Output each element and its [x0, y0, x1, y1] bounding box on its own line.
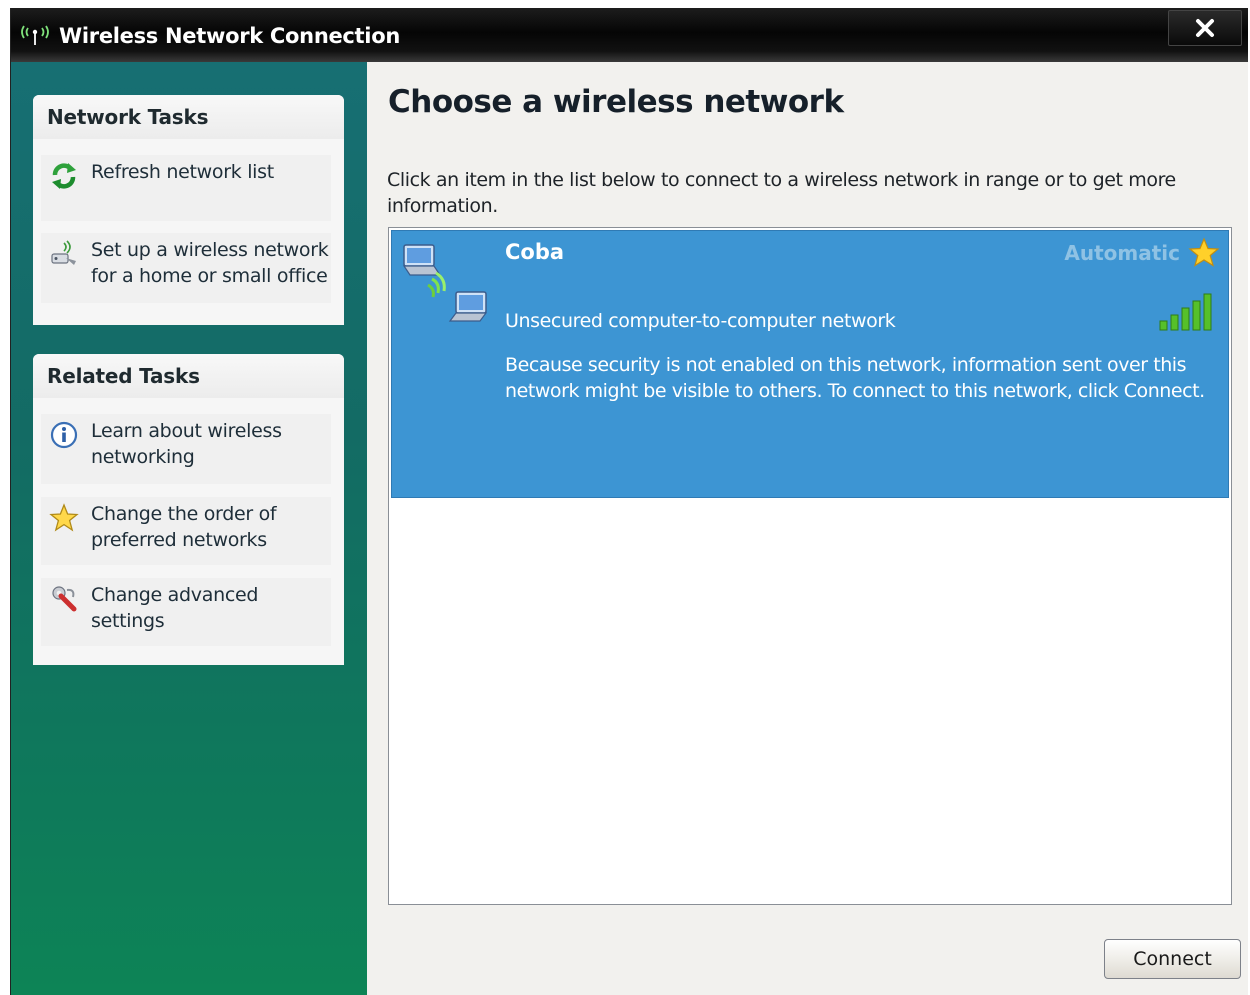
setup-wireless-network-label: Set up a wireless network for a home or … — [91, 239, 329, 287]
info-icon — [50, 421, 78, 449]
refresh-network-list-link[interactable]: Refresh network list — [41, 155, 331, 221]
wireless-antenna-icon — [21, 25, 49, 45]
network-description: Because security is not enabled on this … — [505, 354, 1205, 402]
learn-wireless-networking-link[interactable]: Learn about wireless networking — [41, 414, 331, 484]
instruction-text: Click an item in the list below to conne… — [387, 169, 1176, 217]
connect-button[interactable]: Connect — [1104, 939, 1241, 979]
network-item-coba[interactable]: Coba Automatic Unsecured computer-to-com… — [391, 230, 1229, 498]
wireless-setup-icon — [51, 240, 76, 265]
computer-to-computer-icon — [402, 244, 488, 322]
page-title: Choose a wireless network — [388, 84, 844, 120]
main-content: Choose a wireless network Click an item … — [367, 62, 1248, 995]
window-title: Wireless Network Connection — [59, 24, 400, 48]
star-icon — [1188, 237, 1220, 267]
network-tasks-panel: Network Tasks Refresh network list Set u… — [33, 95, 344, 325]
network-status: Automatic — [1064, 241, 1180, 265]
setup-wireless-network-link[interactable]: Set up a wireless network for a home or … — [41, 233, 331, 303]
title-bar[interactable]: Wireless Network Connection — [11, 8, 1248, 62]
wrench-icon — [52, 586, 77, 612]
refresh-arrows-icon — [52, 163, 76, 189]
star-icon — [49, 503, 79, 532]
change-advanced-settings-label: Change advanced settings — [91, 584, 259, 632]
related-tasks-header: Related Tasks — [33, 354, 344, 398]
change-preferred-order-link[interactable]: Change the order of preferred networks — [41, 497, 331, 565]
change-advanced-settings-link[interactable]: Change advanced settings — [41, 578, 331, 646]
wireless-network-window: Wireless Network Connection Network Task… — [10, 8, 1248, 995]
learn-wireless-networking-label: Learn about wireless networking — [91, 420, 282, 468]
close-button[interactable] — [1168, 10, 1242, 46]
network-type: Unsecured computer-to-computer network — [505, 310, 896, 332]
refresh-network-list-label: Refresh network list — [91, 161, 274, 183]
network-list[interactable]: Coba Automatic Unsecured computer-to-com… — [388, 227, 1232, 905]
task-sidebar: Network Tasks Refresh network list Set u… — [11, 62, 367, 995]
related-tasks-panel: Related Tasks Learn about wireless netwo… — [33, 354, 344, 665]
close-x-icon — [1196, 19, 1214, 37]
network-name: Coba — [505, 240, 565, 264]
change-preferred-order-label: Change the order of preferred networks — [91, 503, 277, 551]
signal-strength-icon — [1159, 293, 1212, 331]
network-tasks-header: Network Tasks — [33, 95, 344, 139]
